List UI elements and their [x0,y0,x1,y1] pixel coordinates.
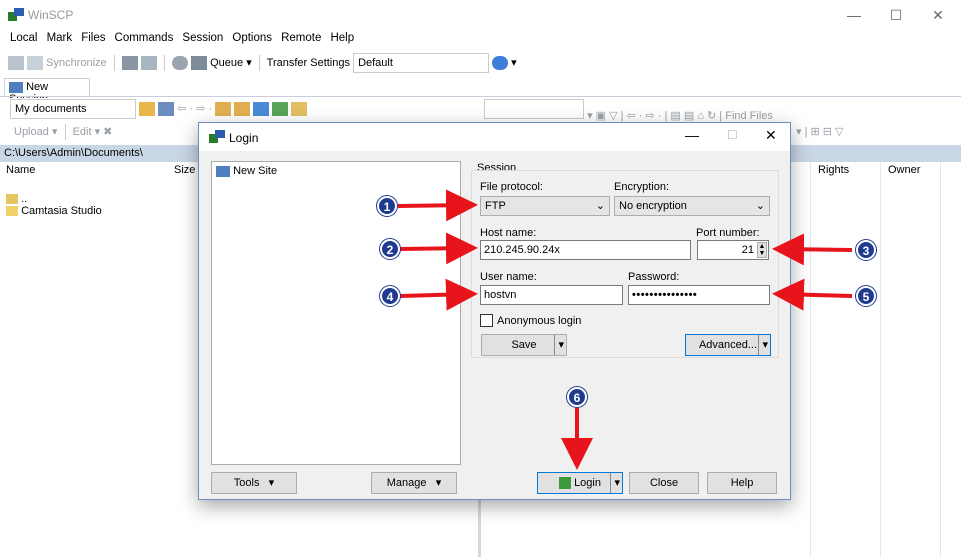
annotation-badge-6: 6 [567,387,587,407]
annotation-badge-1: 1 [377,196,397,216]
arrow-1 [397,189,478,222]
annotation-badge-4: 4 [380,286,400,306]
arrow-3 [772,233,853,266]
arrow-4 [399,278,478,311]
annotation-badge-2: 2 [380,239,400,259]
arrow-5 [772,278,853,311]
arrow-2 [399,232,478,265]
annotation-arrows [397,189,853,470]
annotation-badge-5: 5 [856,286,876,306]
annotation-badge-3: 3 [856,240,876,260]
